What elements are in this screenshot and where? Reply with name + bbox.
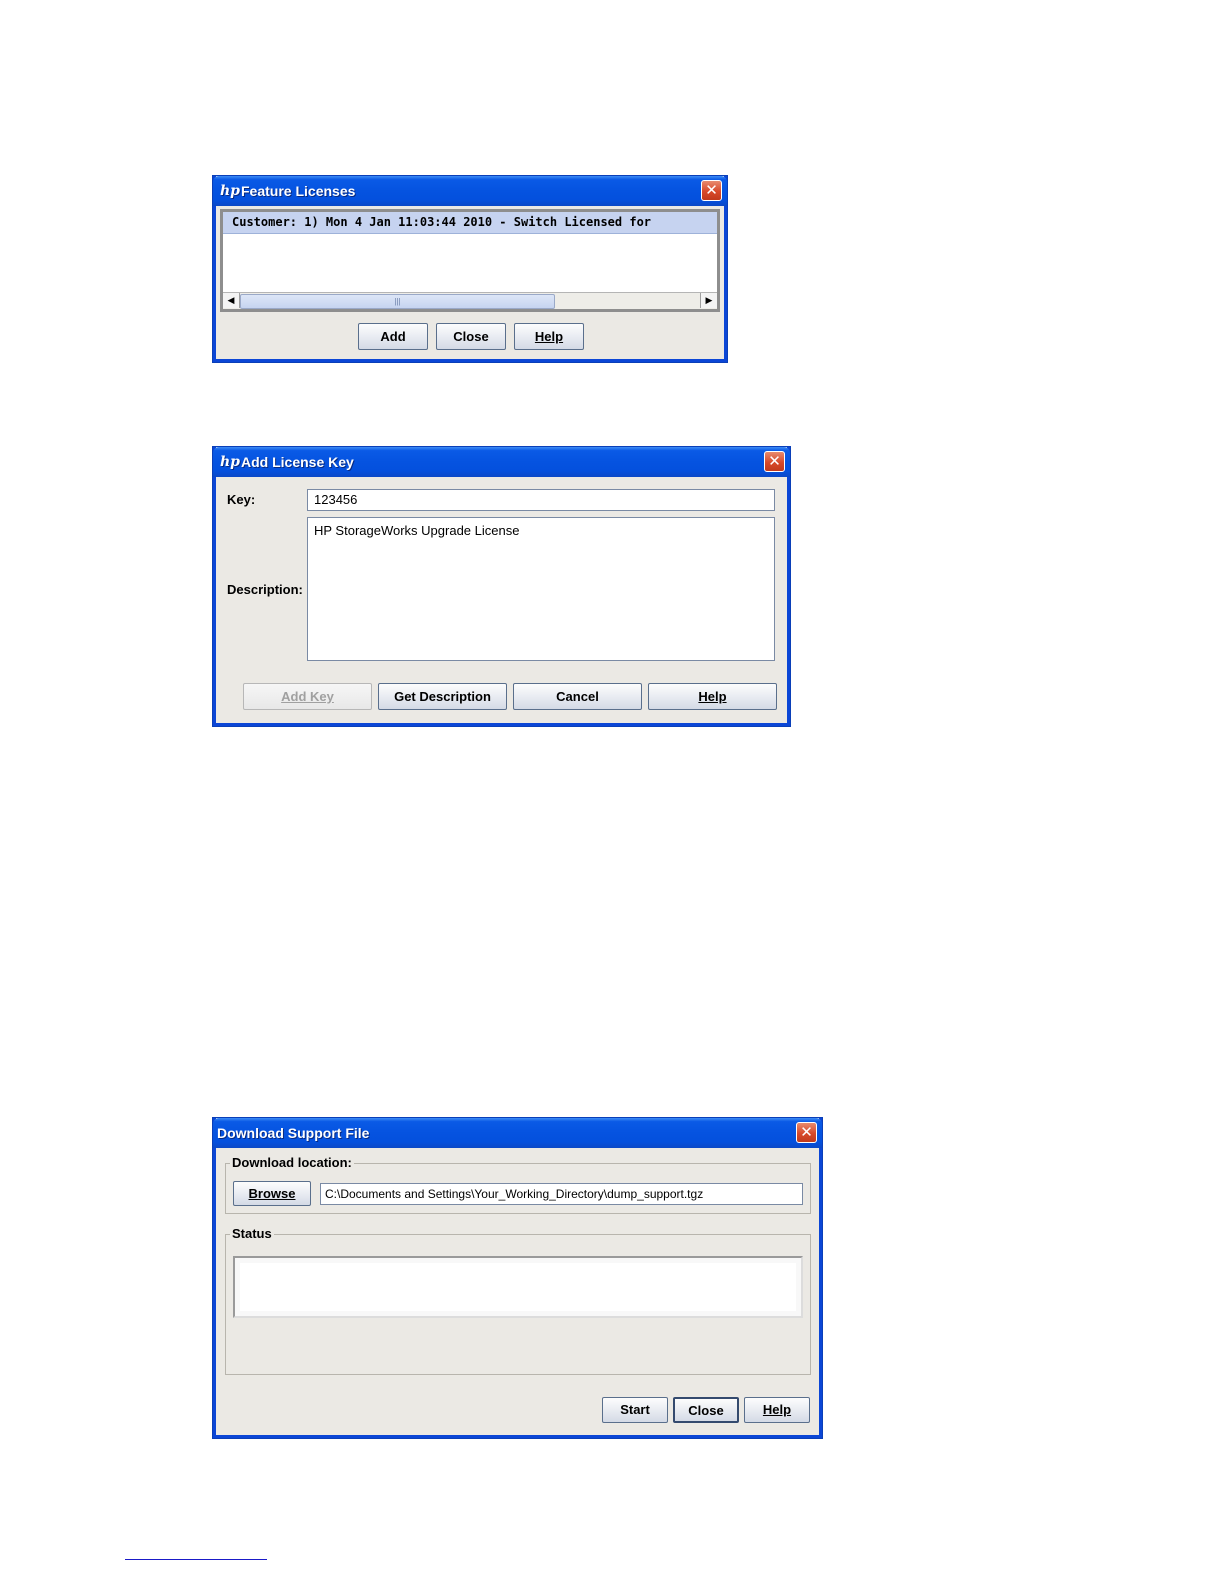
add-license-key-title: Add License Key — [241, 454, 354, 470]
download-path-value: C:\Documents and Settings\Your_Working_D… — [325, 1187, 704, 1201]
browse-button-label: Browse — [248, 1186, 296, 1201]
key-input[interactable]: 123456 — [307, 489, 775, 511]
add-license-key-dialog: hp Add License Key ✕ Key: 123456 Descrip… — [213, 447, 790, 726]
hp-logo-icon: hp — [220, 453, 240, 470]
cancel-button[interactable]: Cancel — [513, 683, 642, 710]
help-button-label: Help — [762, 1402, 792, 1417]
get-description-button[interactable]: Get Description — [378, 683, 507, 710]
scrollbar-thumb[interactable]: ||| — [240, 294, 555, 309]
start-button-label: Start — [620, 1402, 650, 1417]
close-icon[interactable]: ✕ — [796, 1122, 817, 1143]
close-icon[interactable]: ✕ — [701, 180, 722, 201]
download-support-titlebar[interactable]: Download Support File ✕ — [213, 1118, 822, 1148]
download-location-group: Download location: Browse C:\Documents a… — [225, 1155, 811, 1214]
get-description-button-label: Get Description — [394, 689, 491, 704]
download-path-input[interactable]: C:\Documents and Settings\Your_Working_D… — [320, 1183, 803, 1205]
feature-licenses-titlebar[interactable]: hp Feature Licenses ✕ — [213, 176, 727, 206]
add-key-button-label: Add Key — [281, 689, 334, 704]
add-button[interactable]: Add — [358, 323, 428, 350]
feature-licenses-title: Feature Licenses — [241, 183, 356, 199]
description-textarea[interactable]: HP StorageWorks Upgrade License — [307, 517, 775, 661]
description-label: Description: — [227, 582, 303, 597]
start-button[interactable]: Start — [602, 1397, 668, 1423]
feature-licenses-dialog: hp Feature Licenses ✕ Customer: 1) Mon 4… — [213, 176, 727, 362]
list-item-text: Customer: 1) Mon 4 Jan 11:03:44 2010 - S… — [232, 215, 652, 229]
add-license-key-titlebar[interactable]: hp Add License Key ✕ — [213, 447, 790, 477]
status-label: Status — [230, 1226, 274, 1241]
hp-logo-icon: hp — [220, 182, 240, 199]
description-value: HP StorageWorks Upgrade License — [314, 523, 520, 538]
footnote-separator — [125, 1559, 267, 1560]
scroll-right-icon[interactable]: ▶ — [700, 293, 717, 308]
add-key-button[interactable]: Add Key — [243, 683, 372, 710]
cancel-button-label: Cancel — [556, 689, 599, 704]
close-button[interactable]: Close — [673, 1397, 739, 1423]
status-group: Status — [225, 1226, 811, 1375]
help-button-label: Help — [534, 329, 564, 344]
download-support-dialog: Download Support File ✕ Download locatio… — [213, 1118, 822, 1438]
horizontal-scrollbar[interactable]: ◀ ||| ▶ — [223, 292, 717, 309]
help-button-label: Help — [698, 689, 727, 704]
help-button[interactable]: Help — [514, 323, 584, 350]
download-location-label: Download location: — [230, 1155, 354, 1170]
key-label: Key: — [227, 492, 256, 507]
scroll-left-icon[interactable]: ◀ — [223, 293, 240, 308]
help-button[interactable]: Help — [744, 1397, 810, 1423]
close-button[interactable]: Close — [436, 323, 506, 350]
close-button-label: Close — [688, 1403, 724, 1418]
download-support-title: Download Support File — [217, 1125, 370, 1141]
status-text-area — [233, 1256, 803, 1318]
browse-button[interactable]: Browse — [233, 1181, 311, 1206]
license-list[interactable]: Customer: 1) Mon 4 Jan 11:03:44 2010 - S… — [220, 209, 720, 312]
help-button[interactable]: Help — [648, 683, 777, 710]
key-input-value: 123456 — [314, 492, 358, 507]
close-icon[interactable]: ✕ — [764, 451, 785, 472]
list-item[interactable]: Customer: 1) Mon 4 Jan 11:03:44 2010 - S… — [223, 212, 717, 234]
status-text — [240, 1263, 796, 1311]
close-button-label: Close — [453, 329, 489, 344]
add-button-label: Add — [380, 329, 406, 344]
